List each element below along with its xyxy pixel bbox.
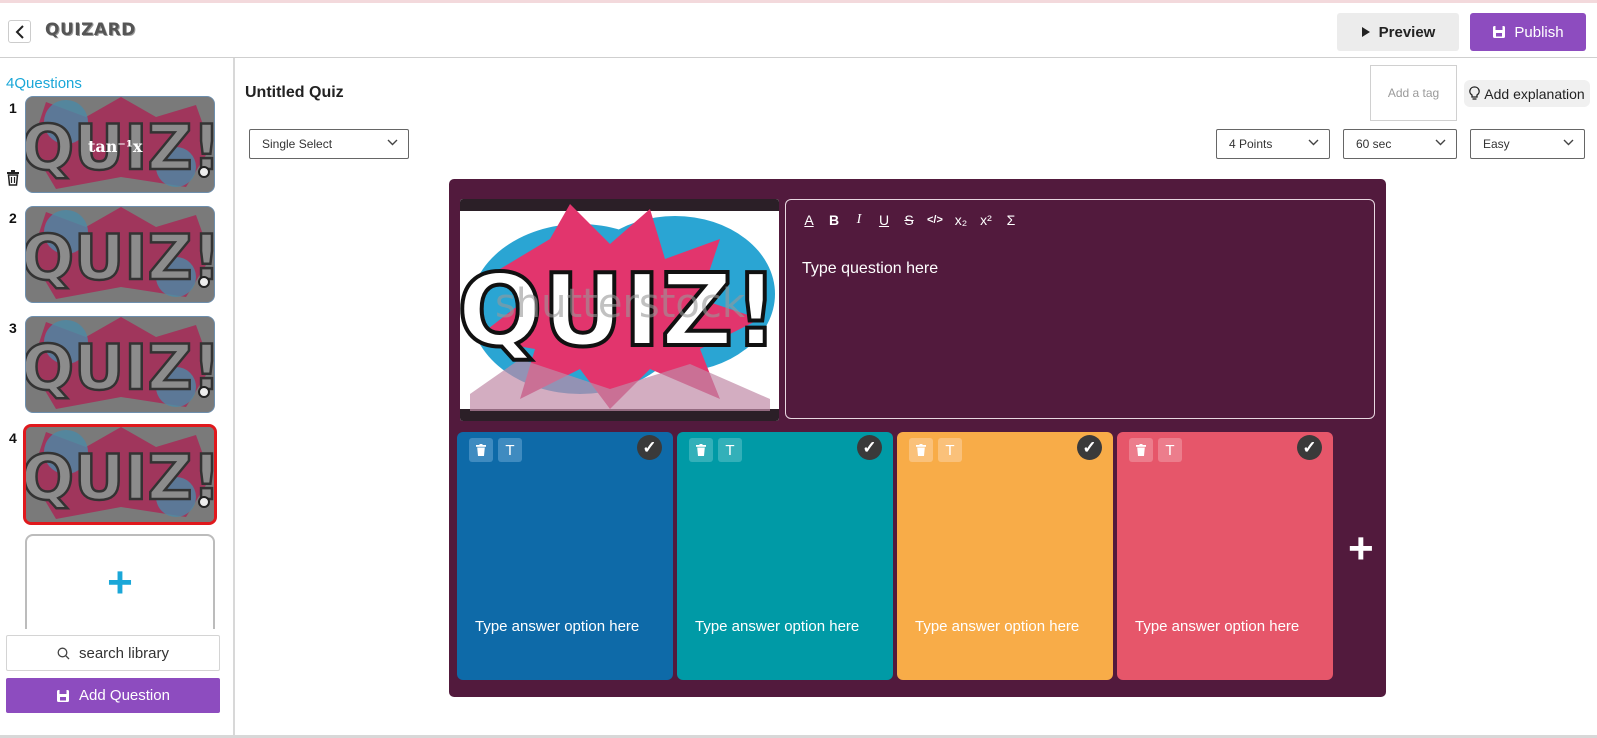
quiz-title[interactable]: Untitled Quiz bbox=[245, 84, 344, 102]
chevron-left-icon bbox=[15, 24, 24, 39]
trash-icon[interactable] bbox=[469, 438, 493, 462]
thumbnail-handle[interactable] bbox=[198, 496, 210, 508]
thumbnail-number: 1 bbox=[9, 100, 17, 116]
correct-answer-toggle[interactable]: ✓ bbox=[637, 435, 662, 460]
equation-icon[interactable]: Σ bbox=[1004, 212, 1018, 228]
points-select[interactable]: 4 Points bbox=[1216, 129, 1330, 159]
formatting-toolbar: A B I U S </> x₂ x² Σ bbox=[802, 212, 1018, 228]
question-count: 4Questions bbox=[6, 75, 82, 92]
text-format-icon[interactable]: T bbox=[938, 438, 962, 462]
text-format-icon[interactable]: T bbox=[1158, 438, 1182, 462]
delete-question-icon[interactable] bbox=[6, 170, 20, 186]
add-explanation-button[interactable]: Add explanation bbox=[1464, 80, 1590, 107]
underline-icon[interactable]: U bbox=[877, 212, 891, 228]
question-media[interactable]: QUIZ! shutterstock bbox=[460, 199, 779, 421]
text-format-icon[interactable]: T bbox=[498, 438, 522, 462]
search-library-label: search library bbox=[78, 644, 170, 662]
strikethrough-icon[interactable]: S bbox=[902, 212, 916, 228]
trash-icon[interactable] bbox=[909, 438, 933, 462]
trash-icon[interactable] bbox=[689, 438, 713, 462]
correct-answer-toggle[interactable]: ✓ bbox=[857, 435, 882, 460]
answer-option-text[interactable]: Type answer option here bbox=[475, 618, 639, 635]
text-format-icon[interactable]: T bbox=[718, 438, 742, 462]
quiz-image: QUIZ! bbox=[26, 317, 215, 412]
plus-icon: + bbox=[107, 557, 133, 607]
tag-input[interactable]: Add a tag bbox=[1370, 65, 1457, 121]
points-value: 4 Points bbox=[1229, 137, 1273, 151]
difficulty-select[interactable]: Easy bbox=[1470, 129, 1585, 159]
quiz-banner-image: QUIZ! shutterstock bbox=[460, 199, 779, 421]
play-icon bbox=[1361, 27, 1370, 37]
bold-icon[interactable]: B bbox=[827, 212, 841, 228]
subscript-icon[interactable]: x₂ bbox=[954, 212, 968, 228]
chevron-down-icon bbox=[387, 139, 398, 146]
thumbnail-handle[interactable] bbox=[198, 276, 210, 288]
question-placeholder[interactable]: Type question here bbox=[802, 260, 938, 278]
preview-label: Preview bbox=[1378, 23, 1436, 41]
question-thumbnail-4[interactable]: QUIZ! bbox=[23, 424, 217, 525]
quiz-image: QUIZ! bbox=[26, 207, 215, 302]
answer-option-text[interactable]: Type answer option here bbox=[1135, 618, 1299, 635]
question-text-box[interactable]: A B I U S </> x₂ x² Σ Type question here bbox=[785, 199, 1375, 419]
answer-option-text[interactable]: Type answer option here bbox=[915, 618, 1079, 635]
svg-text:QUIZ!: QUIZ! bbox=[26, 331, 215, 404]
correct-answer-toggle[interactable]: ✓ bbox=[1297, 435, 1322, 460]
time-value: 60 sec bbox=[1356, 137, 1392, 151]
question-thumbnail-1[interactable]: QUIZ! tan⁻¹x bbox=[25, 96, 215, 193]
answer-option-1[interactable]: T ✓ Type answer option here bbox=[457, 432, 673, 680]
chevron-down-icon bbox=[1435, 139, 1446, 146]
svg-text:QUIZ!: QUIZ! bbox=[26, 441, 216, 514]
thumbnail-handle[interactable] bbox=[198, 166, 210, 178]
lightbulb-icon bbox=[1469, 86, 1481, 100]
add-explanation-label: Add explanation bbox=[1484, 85, 1585, 102]
correct-answer-toggle[interactable]: ✓ bbox=[1077, 435, 1102, 460]
publish-label: Publish bbox=[1514, 23, 1564, 41]
app-header: QUIZARD Preview Publish bbox=[0, 3, 1597, 58]
answer-option-3[interactable]: T ✓ Type answer option here bbox=[897, 432, 1113, 680]
time-select[interactable]: 60 sec bbox=[1343, 129, 1457, 159]
watermark-text: shutterstock bbox=[495, 281, 746, 327]
chevron-down-icon bbox=[1308, 139, 1319, 146]
search-library-button[interactable]: search library bbox=[6, 635, 220, 671]
add-option-button[interactable]: + bbox=[1348, 527, 1374, 571]
math-overlay: tan⁻¹x bbox=[88, 137, 143, 156]
add-question-label: Add Question bbox=[79, 687, 170, 704]
question-thumbnail-2[interactable]: QUIZ! bbox=[25, 206, 215, 303]
back-button[interactable] bbox=[8, 20, 31, 43]
text-color-icon[interactable]: A bbox=[802, 212, 816, 228]
code-icon[interactable]: </> bbox=[927, 214, 943, 226]
thumbnail-number: 2 bbox=[9, 210, 17, 226]
save-icon bbox=[1493, 26, 1506, 38]
quiz-image: QUIZ! bbox=[26, 427, 216, 522]
search-icon bbox=[57, 647, 70, 659]
app-logo: QUIZARD bbox=[45, 20, 136, 40]
add-question-button[interactable]: Add Question bbox=[6, 678, 220, 713]
publish-button[interactable]: Publish bbox=[1470, 13, 1586, 51]
question-sidebar: 4Questions 1 QUIZ! tan⁻¹x 2 QUIZ! 3 QUIZ… bbox=[0, 58, 235, 738]
question-type-value: Single Select bbox=[262, 137, 333, 151]
save-icon bbox=[57, 689, 70, 702]
superscript-icon[interactable]: x² bbox=[979, 212, 993, 228]
question-type-select[interactable]: Single Select bbox=[249, 129, 409, 159]
difficulty-value: Easy bbox=[1483, 137, 1510, 151]
question-thumbnail-3[interactable]: QUIZ! bbox=[25, 316, 215, 413]
thumbnail-number: 4 bbox=[9, 430, 17, 446]
trash-icon[interactable] bbox=[1129, 438, 1153, 462]
thumbnail-number: 3 bbox=[9, 320, 17, 336]
add-question-card[interactable]: + bbox=[25, 534, 215, 629]
chevron-down-icon bbox=[1563, 139, 1574, 146]
answer-option-2[interactable]: T ✓ Type answer option here bbox=[677, 432, 893, 680]
answer-option-4[interactable]: T ✓ Type answer option here bbox=[1117, 432, 1333, 680]
question-editor: QUIZ! shutterstock A B I U S </> x₂ x² Σ… bbox=[449, 179, 1386, 697]
italic-icon[interactable]: I bbox=[852, 212, 866, 228]
svg-text:QUIZ!: QUIZ! bbox=[26, 221, 215, 294]
thumbnail-handle[interactable] bbox=[198, 386, 210, 398]
preview-button[interactable]: Preview bbox=[1337, 13, 1459, 51]
answer-option-text[interactable]: Type answer option here bbox=[695, 618, 859, 635]
